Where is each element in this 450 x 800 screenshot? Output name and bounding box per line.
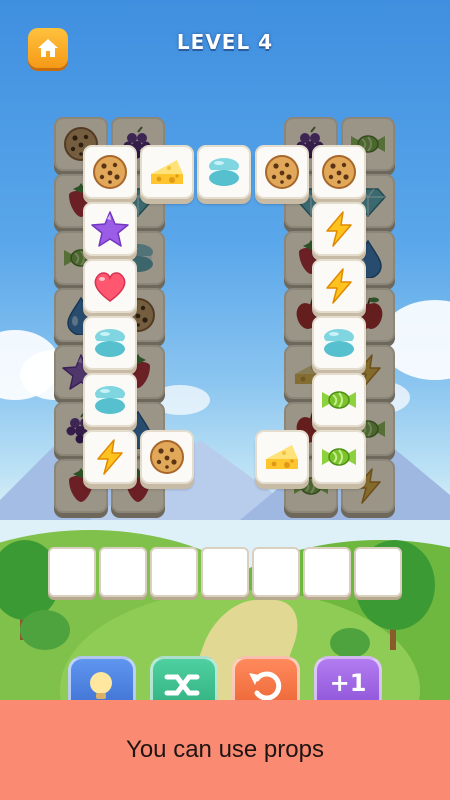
macaron-icon — [90, 380, 130, 420]
cookie-tile[interactable] — [140, 430, 194, 484]
star-tile[interactable] — [83, 202, 137, 256]
heart-tile[interactable] — [83, 259, 137, 313]
candy-tile[interactable] — [312, 373, 366, 427]
cheese-icon — [147, 152, 187, 192]
cheese-tile[interactable] — [255, 430, 309, 484]
lightning-icon — [319, 266, 359, 306]
lightning-tile[interactable] — [83, 430, 137, 484]
cookie-tile[interactable] — [312, 145, 366, 199]
add-slot-icon: +1 — [329, 669, 367, 697]
cookie-icon — [90, 152, 130, 192]
macaron-icon — [319, 323, 359, 363]
cookie-icon — [262, 152, 302, 192]
banner-text: You can use props — [126, 736, 324, 763]
promo-banner: You can use props — [0, 700, 450, 800]
tray-slot — [99, 547, 147, 597]
tray-slot — [303, 547, 351, 597]
cheese-icon — [262, 437, 302, 477]
tray-slot — [201, 547, 249, 597]
lightning-icon — [319, 209, 359, 249]
macaron-icon — [204, 152, 244, 192]
tray-slot — [252, 547, 300, 597]
macaron-tile[interactable] — [312, 316, 366, 370]
lightning-tile[interactable] — [312, 202, 366, 256]
macaron-tile[interactable] — [83, 316, 137, 370]
macaron-icon — [90, 323, 130, 363]
cookie-tile[interactable] — [255, 145, 309, 199]
tray-slot — [48, 547, 96, 597]
heart-icon — [90, 266, 130, 306]
cookie-tile[interactable] — [83, 145, 137, 199]
candy-tile[interactable] — [312, 430, 366, 484]
lightning-icon — [90, 437, 130, 477]
macaron-tile[interactable] — [83, 373, 137, 427]
lightning-tile[interactable] — [312, 259, 366, 313]
candy-icon — [319, 380, 359, 420]
tray-slot — [150, 547, 198, 597]
level-title: LEVEL 4 — [176, 30, 274, 54]
tray-slot — [354, 547, 402, 597]
candy-icon — [319, 437, 359, 477]
cheese-tile[interactable] — [140, 145, 194, 199]
star-icon — [90, 209, 130, 249]
cookie-icon — [147, 437, 187, 477]
macaron-tile[interactable] — [197, 145, 251, 199]
cookie-icon — [319, 152, 359, 192]
